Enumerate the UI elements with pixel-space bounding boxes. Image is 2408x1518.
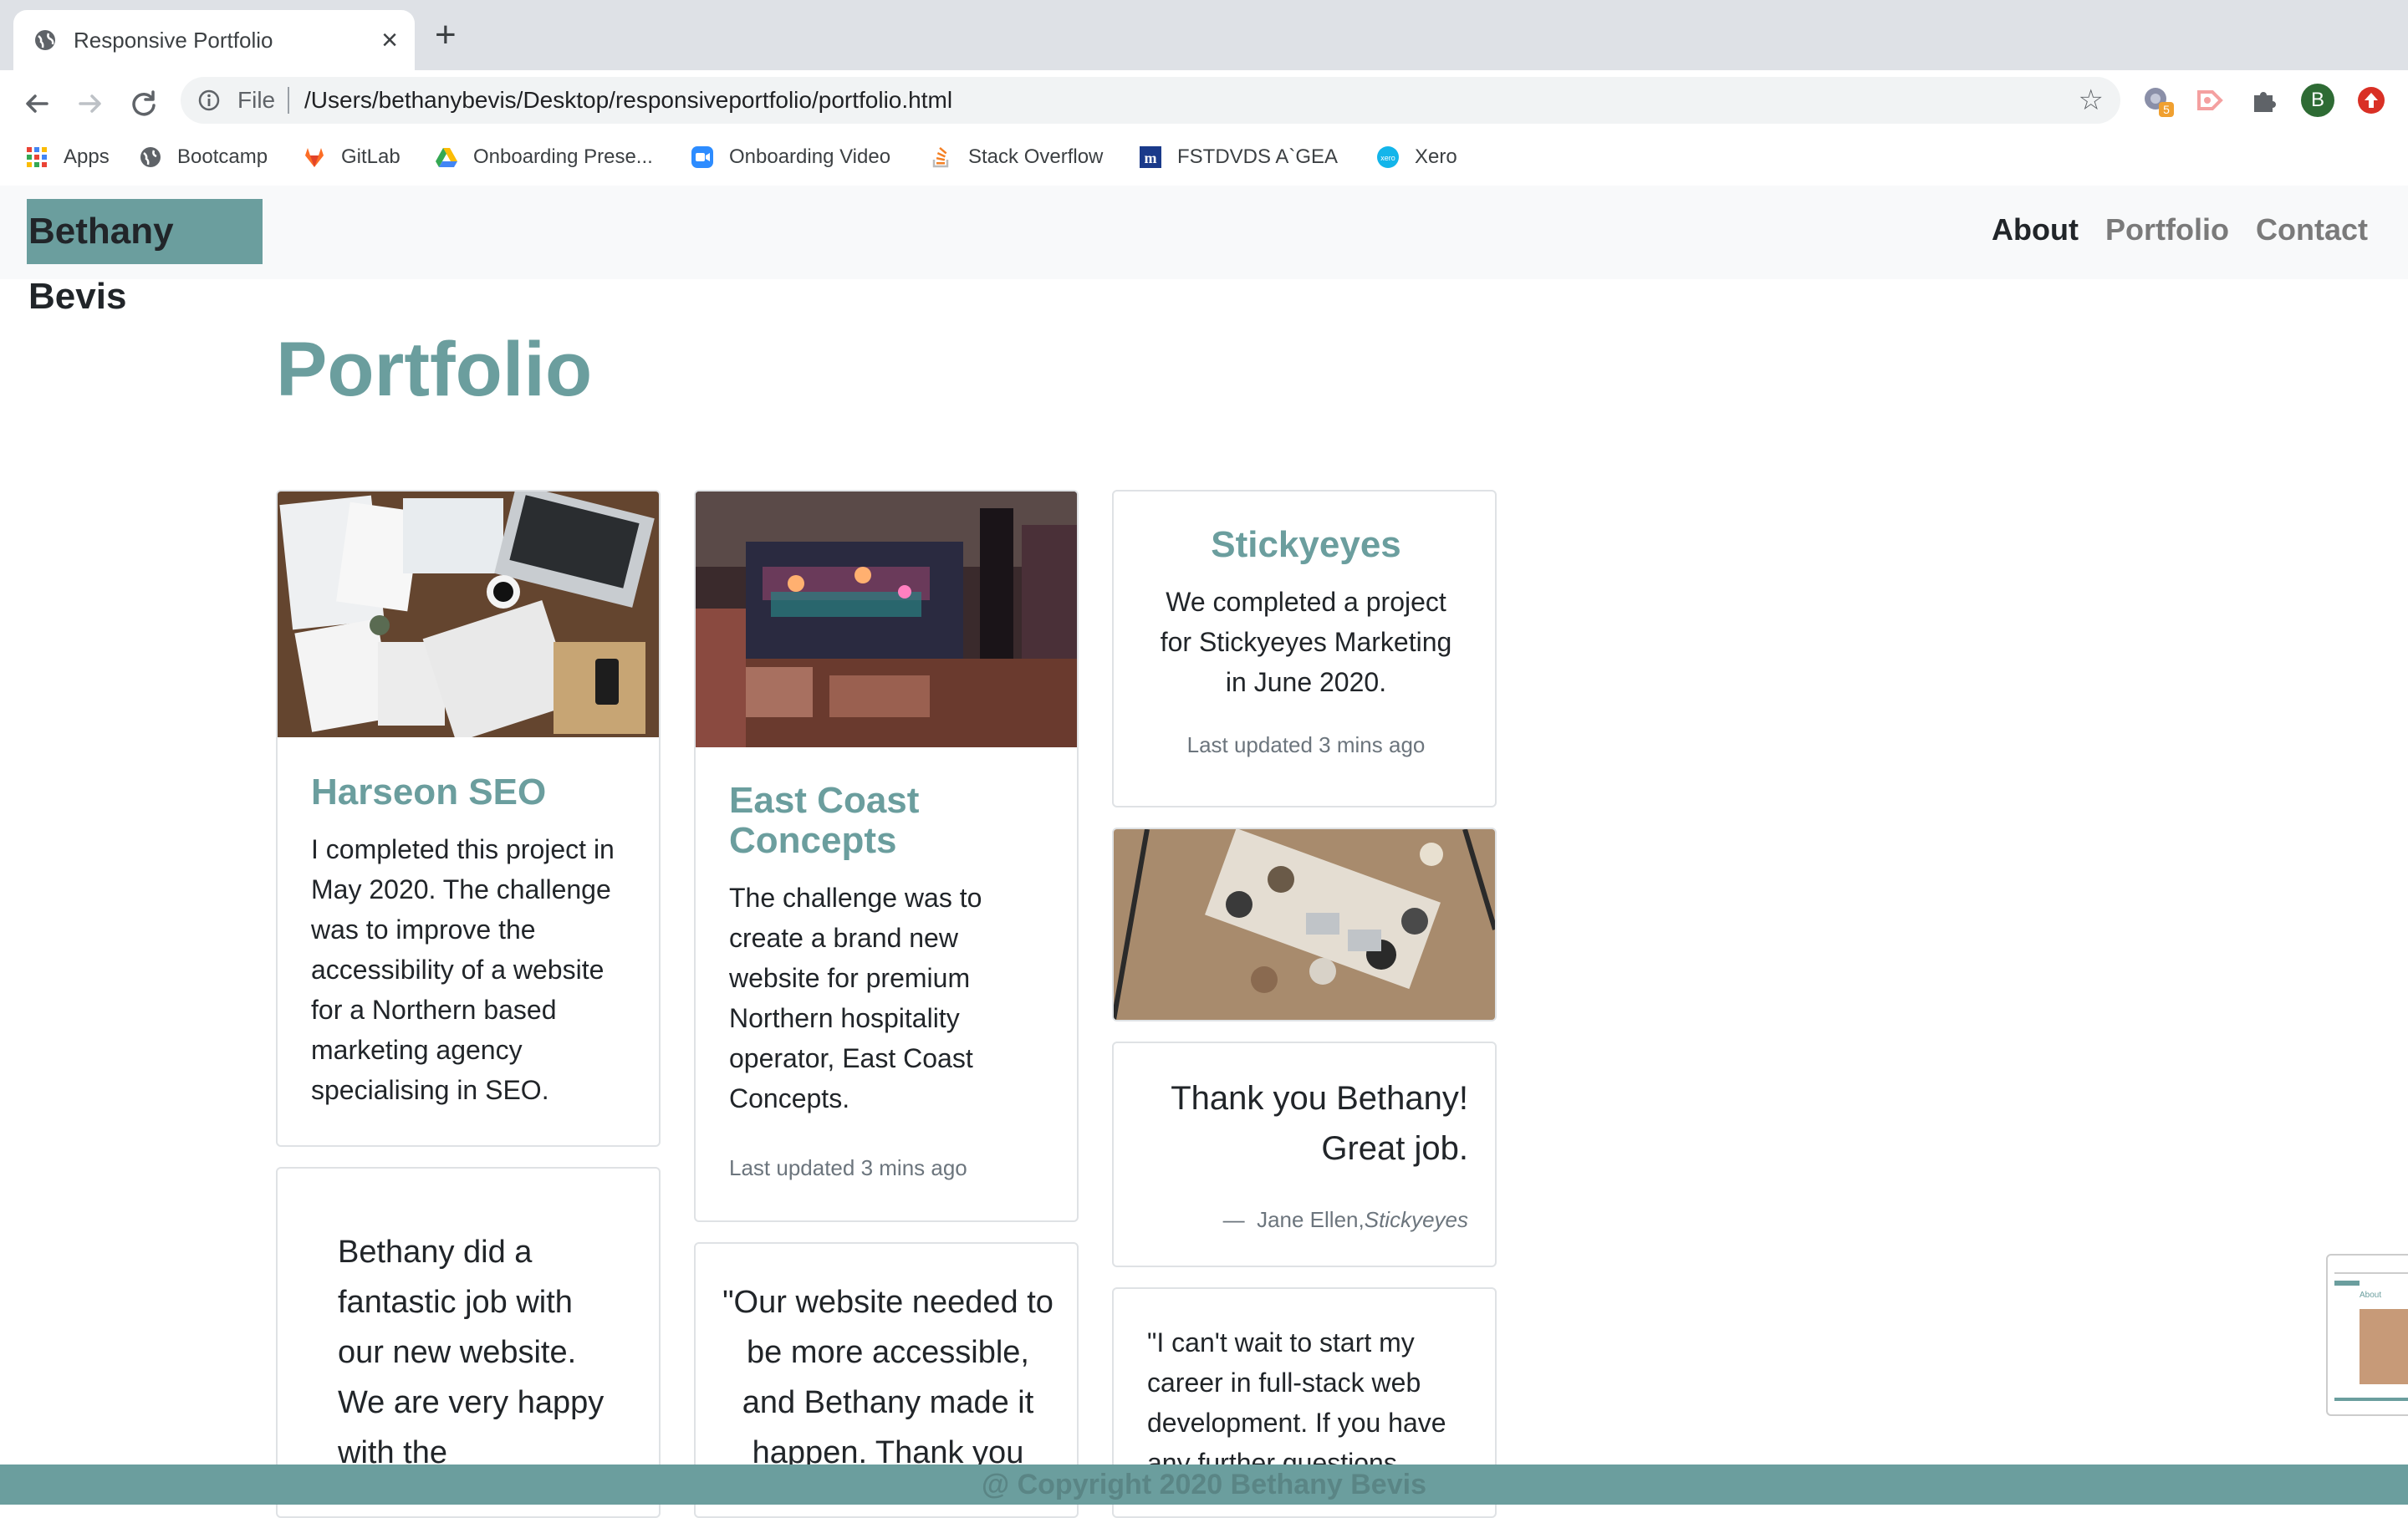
- globe-icon: [140, 147, 161, 167]
- project-card-east-coast[interactable]: East Coast Concepts The challenge was to…: [694, 490, 1079, 1222]
- site-brand[interactable]: Bethany Bevis: [27, 199, 263, 317]
- screencast-icon[interactable]: [2194, 84, 2227, 117]
- bookmark-apps[interactable]: Apps: [25, 144, 110, 171]
- back-arrow-icon[interactable]: [20, 87, 54, 120]
- new-tab-button[interactable]: +: [435, 17, 457, 53]
- info-icon[interactable]: [197, 89, 221, 112]
- apps-grid-icon: [27, 147, 47, 167]
- bookmark-onboarding-presentation[interactable]: Onboarding Prese...: [435, 144, 653, 171]
- profile-avatar[interactable]: B: [2301, 84, 2334, 117]
- tab-strip: Responsive Portfolio × +: [0, 0, 2408, 70]
- update-icon[interactable]: [2354, 84, 2388, 117]
- tab-title: Responsive Portfolio: [74, 28, 273, 53]
- browser-tab[interactable]: Responsive Portfolio ×: [13, 10, 415, 70]
- nav-contact[interactable]: Contact: [2256, 212, 2368, 247]
- svg-text:5: 5: [2163, 103, 2170, 116]
- testimonial-source: Stickyeyes: [1364, 1207, 1468, 1232]
- card-text: We completed a project for Stickyeyes Ma…: [1160, 587, 1452, 697]
- card-title[interactable]: Harseon SEO: [311, 772, 629, 812]
- bookmark-label: Stack Overflow: [968, 145, 1104, 168]
- nav-about[interactable]: About: [1992, 212, 2079, 247]
- bookmark-fstdvds[interactable]: m FSTDVDS A`GEA: [1139, 144, 1338, 171]
- screenshot-thumbnail[interactable]: About: [2326, 1254, 2408, 1416]
- bookmark-stack-overflow[interactable]: Stack Overflow: [930, 144, 1103, 171]
- project-card-stickyeyes[interactable]: Stickyeyes We completed a project for St…: [1112, 490, 1497, 807]
- card-text: The challenge was to create a brand new …: [729, 883, 982, 1113]
- testimonial-text: "I can't wait to start my career in full…: [1147, 1327, 1446, 1478]
- bookmark-bootcamp[interactable]: Bootcamp: [139, 144, 268, 171]
- nav-links: About Portfolio Contact: [1992, 212, 2368, 247]
- google-drive-icon: [436, 148, 457, 167]
- card-title[interactable]: East Coast Concepts: [729, 781, 1047, 861]
- card-text: I completed this project in May 2020. Th…: [311, 834, 615, 1105]
- bookmarks-bar: Apps Bootcamp GitLab Onboarding Prese...…: [0, 135, 2408, 179]
- em-dash: —: [1222, 1207, 1245, 1232]
- nav-portfolio[interactable]: Portfolio: [2105, 212, 2229, 247]
- globe-icon: [35, 30, 55, 50]
- extensions-puzzle-icon[interactable]: [2247, 84, 2281, 117]
- bookmark-label: Bootcamp: [177, 145, 268, 168]
- xero-icon: xero: [1377, 146, 1399, 168]
- address-bar[interactable]: File /Users/bethanybevis/Desktop/respons…: [181, 77, 2120, 124]
- gitlab-icon: [305, 148, 324, 167]
- desk-workspace-image: [278, 492, 659, 737]
- bookmark-label: FSTDVDS A`GEA: [1177, 145, 1339, 168]
- team-image-card: [1112, 828, 1497, 1021]
- thumbnail-title: About: [2360, 1291, 2382, 1300]
- testimonial-card-3: Thank you Bethany! Great job. — Jane Ell…: [1112, 1042, 1497, 1267]
- omnibox-divider: [288, 87, 289, 114]
- card-title[interactable]: Stickyeyes: [1147, 525, 1465, 565]
- testimonial-text: "Our website needed to be more accessibl…: [722, 1285, 1054, 1470]
- bookmark-label: GitLab: [341, 145, 400, 168]
- page-title: Portfolio: [276, 327, 593, 412]
- bookmark-star-icon[interactable]: ☆: [2079, 85, 2104, 115]
- extension-badge-icon[interactable]: 5: [2140, 84, 2174, 117]
- bookmark-label: Xero: [1415, 145, 1457, 168]
- stackoverflow-icon: [932, 147, 949, 168]
- testimonial-author: Jane Ellen,: [1257, 1207, 1365, 1232]
- last-updated: Last updated 3 mins ago: [1186, 732, 1426, 757]
- testimonial-footer: — Jane Ellen,Stickyeyes: [1223, 1207, 1468, 1233]
- testimonial-text: Bethany did a fantastic job with our new…: [338, 1235, 605, 1470]
- last-updated: Last updated 3 mins ago: [729, 1155, 967, 1180]
- team-meeting-image: [1114, 829, 1495, 1020]
- svg-text:xero: xero: [1380, 154, 1395, 162]
- url-text[interactable]: /Users/bethanybevis/Desktop/responsivepo…: [304, 87, 952, 114]
- testimonial-quote: Thank you Bethany! Great job.: [1171, 1080, 1468, 1167]
- file-scheme-label: File: [237, 87, 276, 113]
- bookmark-gitlab[interactable]: GitLab: [303, 144, 400, 171]
- bookmark-label: Apps: [64, 145, 110, 168]
- bookmark-label: Onboarding Prese...: [473, 145, 653, 168]
- forward-arrow-icon[interactable]: [74, 87, 107, 120]
- project-card-harseon[interactable]: Harseon SEO I completed this project in …: [276, 490, 661, 1147]
- bookmark-onboarding-video[interactable]: Onboarding Video: [691, 144, 890, 171]
- zoom-icon: [691, 146, 713, 168]
- svg-text:m: m: [1145, 150, 1157, 166]
- reload-icon[interactable]: [127, 87, 161, 120]
- close-tab-icon[interactable]: ×: [381, 23, 398, 57]
- bookmark-xero[interactable]: xero Xero: [1376, 144, 1457, 171]
- restaurant-interior-image: [696, 492, 1077, 747]
- site-navbar: Bethany Bevis About Portfolio Contact: [0, 186, 2408, 317]
- site-footer: @ Copyright 2020 Bethany Bevis: [0, 1465, 2408, 1505]
- m-icon: m: [1140, 146, 1161, 168]
- bookmark-label: Onboarding Video: [729, 145, 891, 168]
